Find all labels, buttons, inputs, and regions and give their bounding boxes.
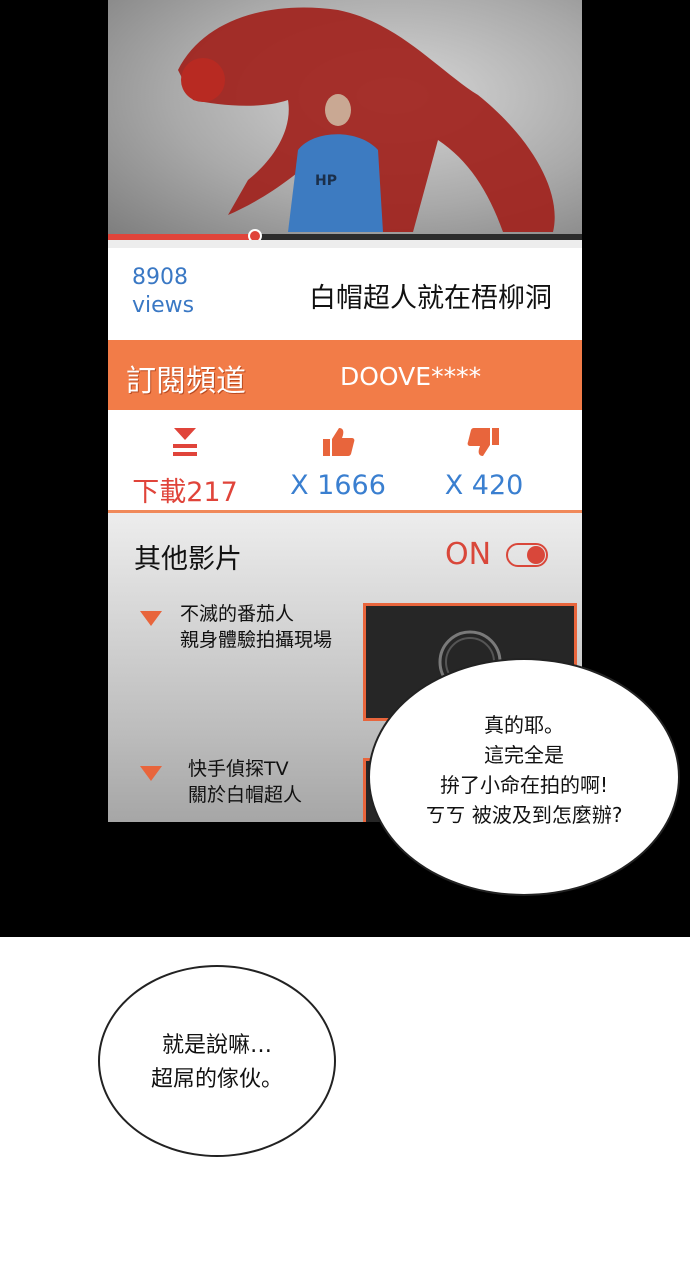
like-count: X 1666 [290,470,386,501]
dislike-count: X 420 [444,470,524,501]
video-progress-knob[interactable] [247,229,262,240]
speech-bubble: 真的耶。 這完全是 拚了小命在拍的啊! ㄎㄎ 被波及到怎麼辦? [368,658,680,896]
list-item-line2: 關於白帽超人 [188,784,303,806]
speech-bubble: 就是說嘛… 超屌的傢伙。 [98,965,336,1157]
channel-bar: 訂閱頻道 DOOVE**** [108,340,582,410]
list-item-line2: 親身體驗拍攝現場 [180,629,333,651]
video-frame-illustration: HP [178,7,555,232]
collapse-triangle-icon [140,766,162,781]
speech-line: 超屌的傢伙。 [150,1067,283,1092]
autoplay-label: ON [445,537,492,572]
video-info-row: 8908 views 白帽超人就在梧柳洞 [108,248,582,340]
speech-line: 拚了小命在拍的啊! [439,773,609,797]
like-button[interactable]: X 1666 [263,424,413,501]
thumbs-down-icon [409,424,559,460]
speech-line: 真的耶。 [484,713,564,737]
autoplay-toggle[interactable] [506,543,548,567]
download-count: 下載217 [132,477,238,508]
view-counter: 8908 views [132,264,194,320]
list-item-title: 不滅的番茄人 親身體驗拍攝現場 [180,601,332,653]
list-item-title: 快手偵探TV 關於白帽超人 [188,756,302,808]
other-videos-heading: 其他影片 [134,544,242,575]
video-player[interactable]: HP [108,0,582,240]
list-item-line1: 不滅的番茄人 [180,603,295,625]
speech-line: 就是說嘛… [161,1033,272,1058]
collapse-triangle-icon [140,611,162,626]
action-bar: 下載217 X 1666 X 420 [108,410,582,513]
video-title: 白帽超人就在梧柳洞 [309,283,552,314]
subscribe-button[interactable]: 訂閱頻道 [126,356,246,400]
view-count-label: views [132,293,195,318]
list-item-line1: 快手偵探TV [188,758,289,780]
thumbs-up-icon [263,424,413,460]
dislike-button[interactable]: X 420 [409,424,559,501]
video-progress-bar[interactable] [108,229,582,240]
speech-line: 這完全是 [484,743,564,767]
video-progress-fill [108,234,255,240]
download-icon [110,424,260,460]
view-count: 8908 [132,265,188,290]
toggle-knob [527,546,545,564]
svg-text:HP: HP [315,173,337,189]
speech-line: ㄎㄎ 被波及到怎麼辦? [425,803,623,827]
download-button[interactable]: 下載217 [110,424,260,509]
channel-name[interactable]: DOOVE**** [340,362,481,391]
